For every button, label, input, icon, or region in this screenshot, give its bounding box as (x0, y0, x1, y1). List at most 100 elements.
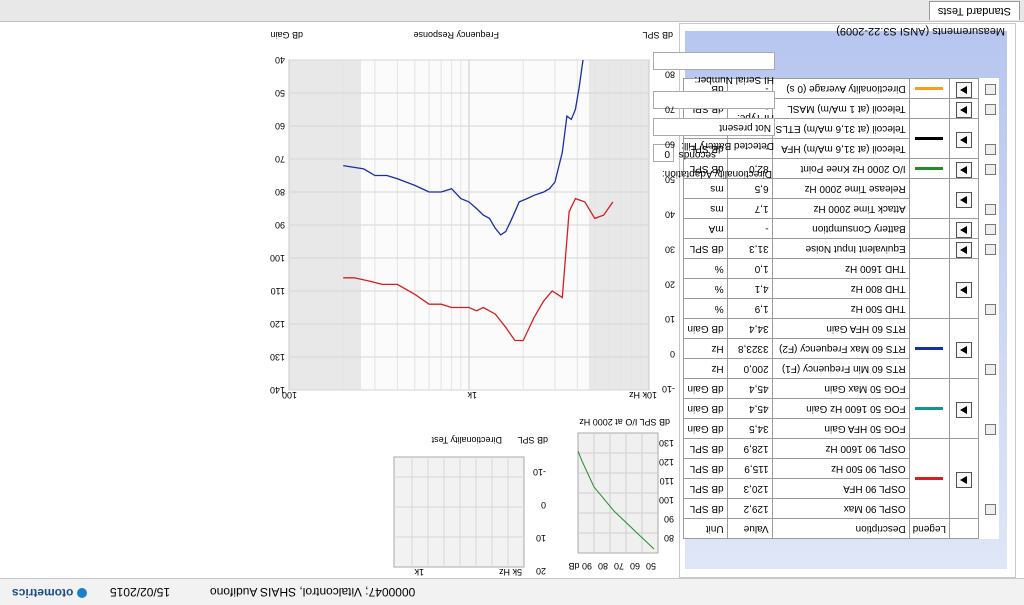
row-select[interactable] (979, 219, 1000, 239)
freq-right-tick: 80 (665, 70, 675, 80)
row-select[interactable] (979, 359, 1000, 379)
row-unit: dB SPL (683, 478, 728, 499)
play-cell[interactable] (949, 258, 979, 319)
row-checkbox[interactable] (985, 504, 996, 516)
row-select[interactable] (979, 199, 1000, 219)
play-cell[interactable] (949, 98, 979, 119)
play-cell[interactable] (949, 118, 979, 159)
session-date: 15/02/2015 (110, 585, 171, 599)
row-unit: Hz (683, 358, 728, 379)
row-value: 31,3 (727, 238, 773, 259)
dir-plot-area (393, 456, 525, 568)
row-select[interactable] (979, 79, 1000, 99)
play-cell[interactable] (949, 238, 979, 259)
row-description: OSPL 90 Max (772, 498, 910, 519)
row-select[interactable] (979, 159, 1000, 179)
freq-left-tick: 80 (275, 187, 285, 197)
row-select[interactable] (979, 299, 1000, 319)
legend-cell (909, 118, 950, 159)
play-cell[interactable] (949, 158, 979, 179)
legend-cell (909, 98, 950, 119)
table-row[interactable]: OSPL 90 Max 129,2 dB SPL (683, 438, 1000, 519)
play-icon[interactable] (956, 242, 972, 258)
row-checkbox[interactable] (985, 144, 996, 156)
row-select[interactable] (979, 499, 1000, 519)
row-select[interactable] (979, 479, 1000, 499)
row-checkbox[interactable] (985, 84, 996, 96)
row-value: 1,7 (727, 198, 773, 219)
play-icon[interactable] (956, 192, 972, 208)
row-select[interactable] (979, 259, 1000, 279)
row-description: RTS 60 Max Frequency (F2) (772, 338, 910, 359)
play-icon[interactable] (956, 222, 972, 238)
play-icon[interactable] (956, 342, 972, 358)
play-cell[interactable] (949, 218, 979, 239)
row-select[interactable] (979, 99, 1000, 119)
tab-standard-tests[interactable]: Standard Tests (928, 1, 1020, 20)
table-header: Legend Description Value Unit (683, 518, 999, 539)
table-row[interactable]: FOG 50 HFA Gain 34,5 dB Gain (683, 378, 1000, 439)
freq-left-tick: 50 (275, 88, 285, 98)
freq-x-tick: 10k Hz (628, 390, 657, 400)
col-unit: Unit (683, 518, 728, 539)
io-y-tick: 80 (664, 533, 674, 543)
play-icon[interactable] (956, 102, 972, 118)
row-description: THD 1600 Hz (772, 258, 910, 279)
play-icon[interactable] (956, 402, 972, 418)
io-y-tick: 110 (660, 476, 674, 486)
row-checkbox[interactable] (985, 304, 996, 316)
row-checkbox[interactable] (985, 204, 996, 216)
play-icon[interactable] (956, 162, 972, 178)
play-cell[interactable] (949, 438, 979, 519)
row-description: Battery Consumption (772, 218, 910, 239)
row-select[interactable] (979, 379, 1000, 399)
row-select[interactable] (979, 279, 1000, 299)
legend-line (915, 167, 944, 171)
row-select[interactable] (979, 239, 1000, 259)
patient-title: 0000047; Vitalcontrol, SHAIS Audifono (210, 585, 416, 599)
row-unit: mA (683, 218, 728, 239)
play-icon[interactable] (956, 132, 972, 148)
row-select[interactable] (979, 399, 1000, 419)
freq-left-tick: 120 (270, 319, 285, 329)
io-x-tick: 60 (630, 561, 640, 571)
play-icon[interactable] (956, 472, 972, 488)
row-unit: ms (683, 198, 728, 219)
row-select[interactable] (979, 439, 1000, 459)
row-select[interactable] (979, 419, 1000, 439)
table-row[interactable]: Equivalent Input Noise 31,3 dB SPL (683, 238, 1000, 259)
row-value: 34,4 (727, 318, 773, 339)
play-cell[interactable] (949, 178, 979, 219)
row-checkbox[interactable] (985, 224, 996, 236)
row-checkbox[interactable] (985, 424, 996, 436)
row-unit: dB SPL (683, 438, 728, 459)
legend-line (915, 137, 944, 141)
row-unit: ms (683, 178, 728, 199)
row-select[interactable] (979, 139, 1000, 159)
row-description: FOG 50 Max Gain (772, 378, 910, 399)
freq-left-tick: 60 (275, 121, 285, 131)
table-row[interactable]: RTS 60 Min Frequency (F1) 200,0 Hz (683, 318, 1000, 379)
row-select[interactable] (979, 459, 1000, 479)
play-cell[interactable] (949, 78, 979, 99)
row-checkbox[interactable] (985, 364, 996, 376)
play-icon[interactable] (956, 282, 972, 298)
row-checkbox[interactable] (985, 164, 996, 176)
io-chart: 50 60 70 80 90 dB 80 90 100 110 120 130 dB SPL I/O… (568, 417, 674, 571)
row-select[interactable] (979, 319, 1000, 339)
play-icon[interactable] (956, 82, 972, 98)
row-select[interactable] (979, 119, 1000, 139)
table-row[interactable]: Attack Time 2000 Hz 1,7 ms (683, 178, 1000, 219)
row-select[interactable] (979, 339, 1000, 359)
io-x-tick: 80 (598, 561, 608, 571)
play-cell[interactable] (949, 378, 979, 439)
row-checkbox[interactable] (985, 244, 996, 256)
row-checkbox[interactable] (985, 104, 996, 116)
dir-y-tick: 10 (536, 533, 546, 543)
row-select[interactable] (979, 179, 1000, 199)
table-row[interactable]: Battery Consumption - mA (683, 218, 1000, 239)
play-cell[interactable] (949, 318, 979, 379)
row-unit: dB Gain (683, 378, 728, 399)
table-row[interactable]: THD 500 Hz 1,9% (683, 258, 1000, 319)
legend-cell (909, 218, 950, 239)
